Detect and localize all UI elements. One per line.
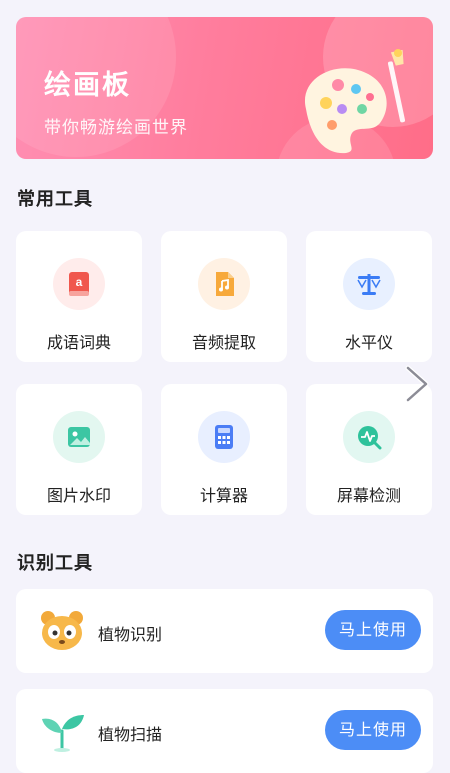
tool-label: 水平仪 (344, 333, 393, 352)
tool-tile-idiom-dictionary[interactable]: a 成语词典 (16, 231, 142, 362)
banner-subtitle: 带你畅游绘画世界 (44, 118, 188, 138)
tool-tile-audio-extract[interactable]: 音频提取 (161, 231, 287, 362)
tool-label: 音频提取 (191, 333, 256, 352)
tool-label: 屏幕检测 (336, 486, 401, 505)
sprout-icon (42, 715, 84, 752)
svg-text:a: a (76, 275, 83, 289)
section-title-recognition-tools: 识别工具 (17, 553, 93, 574)
tool-label: 成语词典 (46, 333, 111, 352)
tool-tile-calculator[interactable]: 计算器 (161, 384, 287, 515)
tool-tile-level[interactable]: 水平仪 (306, 231, 432, 362)
chevron-right-icon[interactable] (398, 362, 434, 406)
card-label: 植物扫描 (98, 725, 163, 744)
section-title-common-tools: 常用工具 (17, 189, 93, 210)
banner-title: 绘画板 (44, 70, 131, 101)
audio-file-icon (198, 258, 250, 310)
screen-check-icon (343, 411, 395, 463)
dictionary-icon: a (53, 258, 105, 310)
tool-tile-image-watermark[interactable]: 图片水印 (16, 384, 142, 515)
use-now-button[interactable]: 马上使用 (325, 710, 421, 750)
panda-icon (41, 611, 83, 650)
use-now-button[interactable]: 马上使用 (325, 610, 421, 650)
paint-palette-icon (304, 49, 406, 154)
tool-label: 图片水印 (46, 486, 111, 505)
image-icon (53, 411, 105, 463)
banner-carousel[interactable]: 绘画板 带你畅游绘画世界 (16, 17, 433, 159)
tool-label: 计算器 (199, 486, 248, 505)
calculator-icon (198, 411, 250, 463)
recognition-card-plant-scan: 植物扫描 马上使用 (16, 689, 433, 773)
card-label: 植物识别 (98, 625, 163, 644)
recognition-card-plant-identify: 植物识别 马上使用 (16, 589, 433, 673)
level-icon (343, 258, 395, 310)
